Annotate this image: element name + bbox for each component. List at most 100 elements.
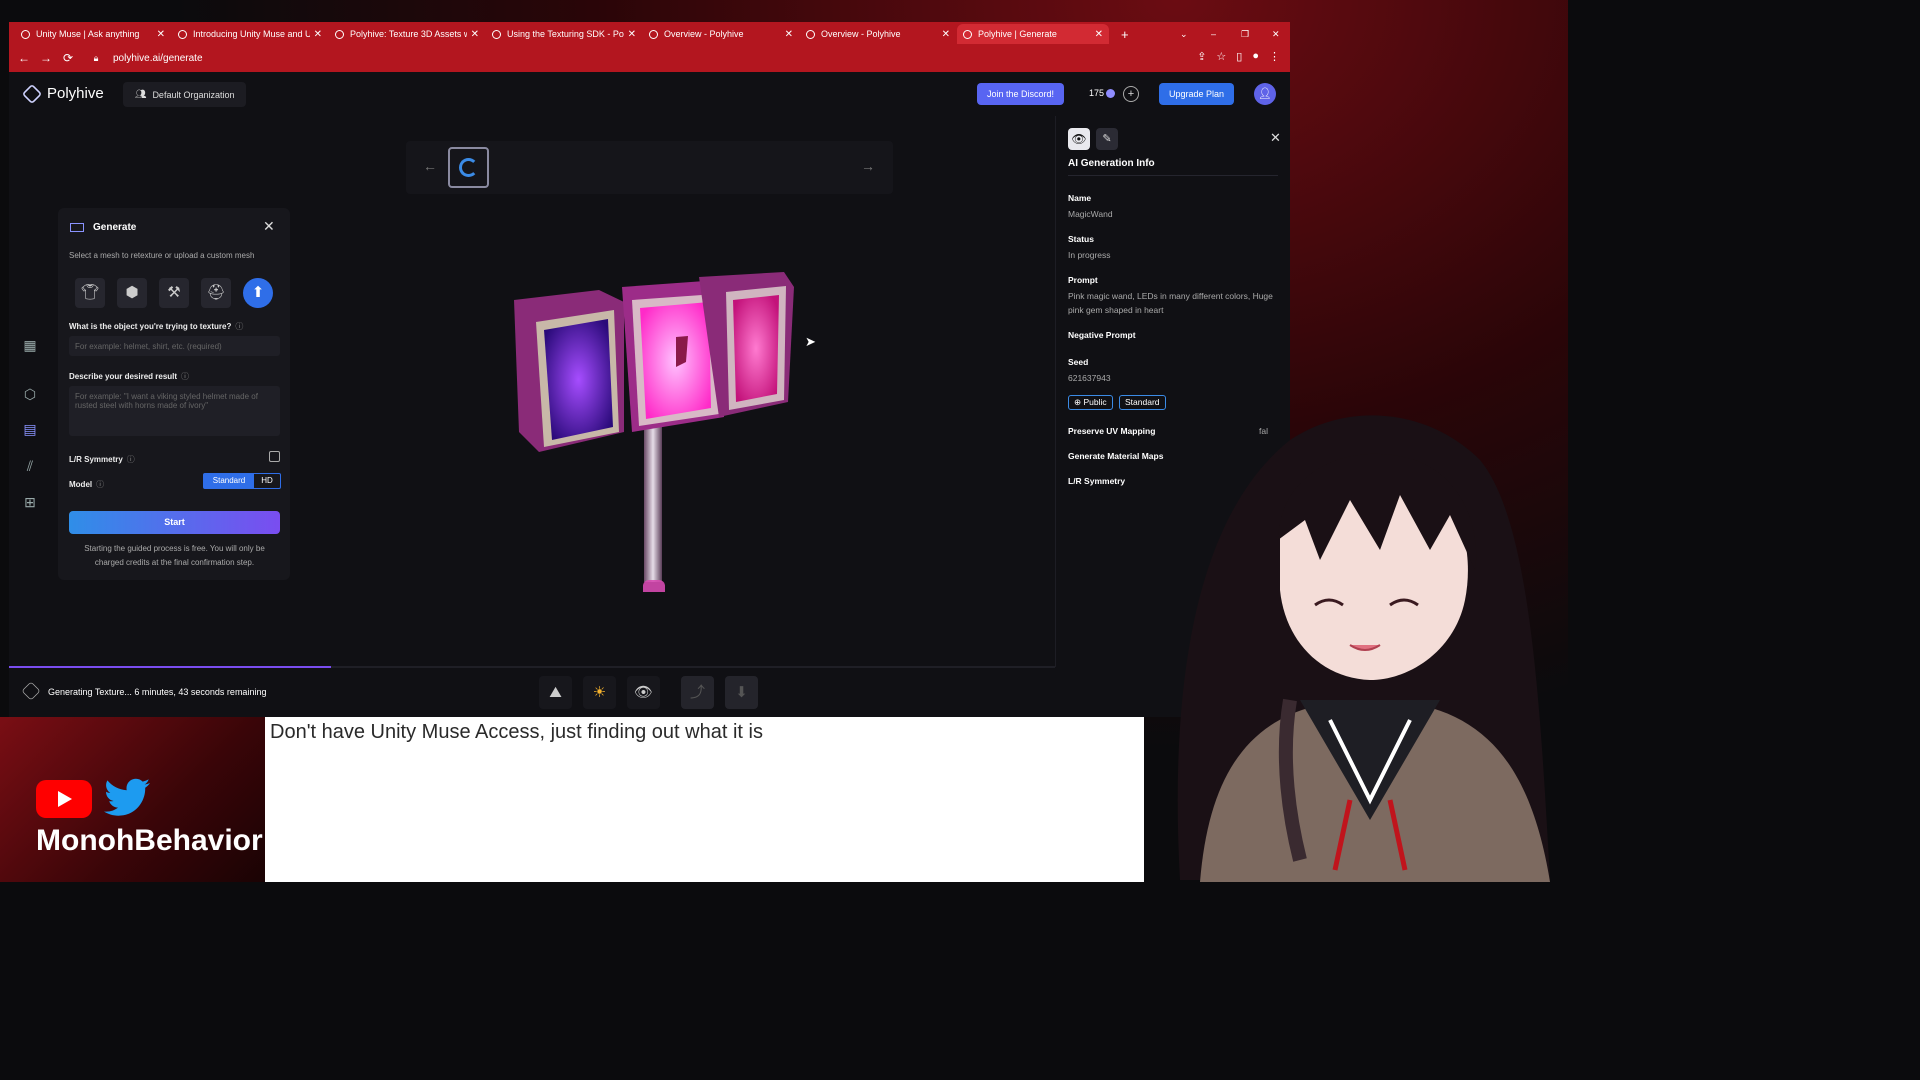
tab-close-icon[interactable]: ✕ (628, 29, 636, 40)
tab-title: Polyhive: Texture 3D Assets wit (350, 29, 467, 39)
uv-grid-icon[interactable]: ⊞ (22, 494, 38, 510)
handle-grip (643, 580, 665, 592)
mesh-shirt-button[interactable]: 👕︎ (75, 278, 105, 308)
tab-introducing-muse[interactable]: Introducing Unity Muse and Ur ✕ (172, 24, 328, 44)
tab-close-icon[interactable]: ✕ (942, 29, 950, 40)
upgrade-plan-button[interactable]: Upgrade Plan (1159, 83, 1235, 105)
status-value: In progress (1068, 250, 1111, 260)
credit-count: 175 (1089, 88, 1105, 98)
brush-icon[interactable]: ✎ (1096, 128, 1118, 150)
close-icon[interactable]: ✕ (263, 218, 275, 235)
people-icon: 👥︎ (135, 89, 147, 99)
tab-polyhive-generate[interactable]: Polyhive | Generate ✕ (957, 24, 1109, 44)
generate-icon[interactable]: ▤ (22, 421, 38, 437)
start-footnote: Starting the guided process is free. You… (84, 544, 265, 567)
user-avatar[interactable]: 👤︎ (1254, 83, 1276, 105)
forward-arrow-icon[interactable]: → (35, 51, 57, 65)
generate-panel-subtitle: Select a mesh to retexture or upload a c… (69, 251, 255, 260)
symmetry-label: L/R Symmetry ⓘ (69, 455, 135, 464)
tab-favicon-icon (806, 29, 815, 39)
profile-icon[interactable]: ● (1252, 50, 1259, 63)
tab-close-icon[interactable]: ✕ (157, 29, 165, 40)
tab-title: Unity Muse | Ask anything (36, 29, 140, 39)
left-tool-rail: ▦ ⬡ ▤ ⫽ ⊞ (9, 272, 51, 512)
next-arrow-icon[interactable]: → (861, 158, 875, 174)
lighting-sun-icon[interactable]: ☀ (583, 676, 616, 709)
describe-label: Describe your desired result ⓘ (69, 372, 190, 381)
window-close-icon[interactable]: ✕ (1266, 24, 1286, 44)
3d-model-viewport[interactable] (504, 222, 794, 592)
tab-overview-1[interactable]: Overview - Polyhive ✕ (643, 24, 799, 44)
address-bar: ← → ⟳ 🔒︎ polyhive.ai/generate ⇪ ☆ ▯ ● ⋮ (9, 44, 1290, 72)
generation-thumbnail[interactable] (448, 147, 489, 188)
bookmark-star-icon[interactable]: ☆ (1216, 50, 1226, 63)
restore-icon[interactable]: ❐ (1235, 24, 1255, 44)
tab-strip: Unity Muse | Ask anything ✕ Introducing U… (9, 22, 1290, 44)
channel-name: MonohBehavior (36, 824, 263, 857)
tab-favicon-icon (178, 29, 187, 39)
app-name[interactable]: Polyhive (47, 85, 104, 102)
eye-icon[interactable]: 👁︎ (1068, 128, 1090, 150)
upload-mesh-button[interactable]: ⬆ (243, 278, 273, 308)
loading-spinner-icon (459, 158, 478, 177)
generation-status-text: Generating Texture... 6 minutes, 43 seco… (48, 687, 267, 697)
hammer-panel-blue (544, 319, 613, 440)
prompt-key: Prompt (1068, 275, 1098, 285)
tab-favicon-icon (963, 29, 972, 39)
url-field[interactable]: polyhive.ai/generate (113, 53, 203, 64)
tab-close-icon[interactable]: ✕ (1095, 29, 1103, 40)
name-key: Name (1068, 193, 1092, 203)
info-icon[interactable]: ⓘ (181, 372, 189, 381)
app-header: Polyhive 👥︎ Default Organization Join the… (9, 72, 1290, 116)
info-icon[interactable]: ⓘ (235, 322, 243, 331)
viewport-history-bar: ← → (406, 141, 893, 194)
close-icon[interactable]: ✕ (1270, 130, 1281, 146)
info-icon[interactable]: ⓘ (127, 455, 135, 464)
tab-title: Polyhive | Generate (978, 29, 1057, 39)
model-cube-icon[interactable]: ⬡ (22, 386, 38, 402)
tab-texturing-sdk[interactable]: Using the Texturing SDK - Poly ✕ (486, 24, 642, 44)
layout-icon[interactable]: ▦ (22, 337, 38, 353)
mesh-box-button[interactable]: ⬢ (117, 278, 147, 308)
join-discord-button[interactable]: Join the Discord! (977, 83, 1065, 105)
share-icon[interactable]: ⤴ (681, 676, 714, 709)
object-label: What is the object you're trying to text… (69, 322, 244, 331)
back-arrow-icon[interactable]: ← (13, 51, 35, 65)
minimize-icon[interactable]: – (1205, 24, 1225, 44)
lock-icon: 🔒︎ (93, 52, 99, 63)
browser-actions: ⇪ ☆ ▯ ● ⋮ (1197, 50, 1280, 63)
tab-close-icon[interactable]: ✕ (785, 29, 793, 40)
tab-list-chevron-icon[interactable]: ⌄ (1174, 24, 1194, 44)
prev-arrow-icon[interactable]: ← (423, 158, 437, 174)
reload-icon[interactable]: ⟳ (57, 51, 79, 65)
tab-unity-muse[interactable]: Unity Muse | Ask anything ✕ (15, 24, 171, 44)
model-standard-option[interactable]: Standard (204, 474, 254, 488)
hammer-panel-magenta (733, 295, 779, 402)
view-eye-icon[interactable]: 👁︎ (627, 676, 660, 709)
info-icon[interactable]: ⓘ (96, 480, 104, 489)
youtube-icon (36, 780, 92, 818)
new-tab-button[interactable]: + (1115, 24, 1135, 44)
download-icon[interactable]: ⬇ (725, 676, 758, 709)
tab-close-icon[interactable]: ✕ (471, 29, 479, 40)
tab-close-icon[interactable]: ✕ (314, 29, 322, 40)
symmetry-checkbox[interactable] (269, 451, 280, 462)
organization-selector[interactable]: 👥︎ Default Organization (123, 82, 247, 107)
model-hd-option[interactable]: HD (254, 474, 280, 488)
environment-icon[interactable]: ⛰ (539, 676, 572, 709)
add-credits-button[interactable]: + (1123, 86, 1139, 102)
mesh-hammer-button[interactable]: ⚒ (159, 278, 189, 308)
start-button[interactable]: Start (69, 511, 280, 534)
tab-overview-2[interactable]: Overview - Polyhive ✕ (800, 24, 956, 44)
hatch-icon[interactable]: ⫽ (22, 458, 38, 474)
tab-title: Overview - Polyhive (664, 29, 744, 39)
share-icon[interactable]: ⇪ (1197, 50, 1206, 63)
tab-polyhive-texture[interactable]: Polyhive: Texture 3D Assets wit ✕ (329, 24, 485, 44)
mesh-helmet-button[interactable]: ⛑ (201, 278, 231, 308)
sidepanel-icon[interactable]: ▯ (1236, 50, 1242, 63)
negative-prompt-key: Negative Prompt (1068, 330, 1136, 340)
object-input[interactable]: For example: helmet, shirt, etc. (requir… (69, 336, 280, 356)
describe-textarea[interactable]: For example: "I want a viking styled hel… (69, 386, 280, 436)
generate-panel-icon (70, 223, 84, 232)
menu-kebab-icon[interactable]: ⋮ (1269, 50, 1280, 63)
